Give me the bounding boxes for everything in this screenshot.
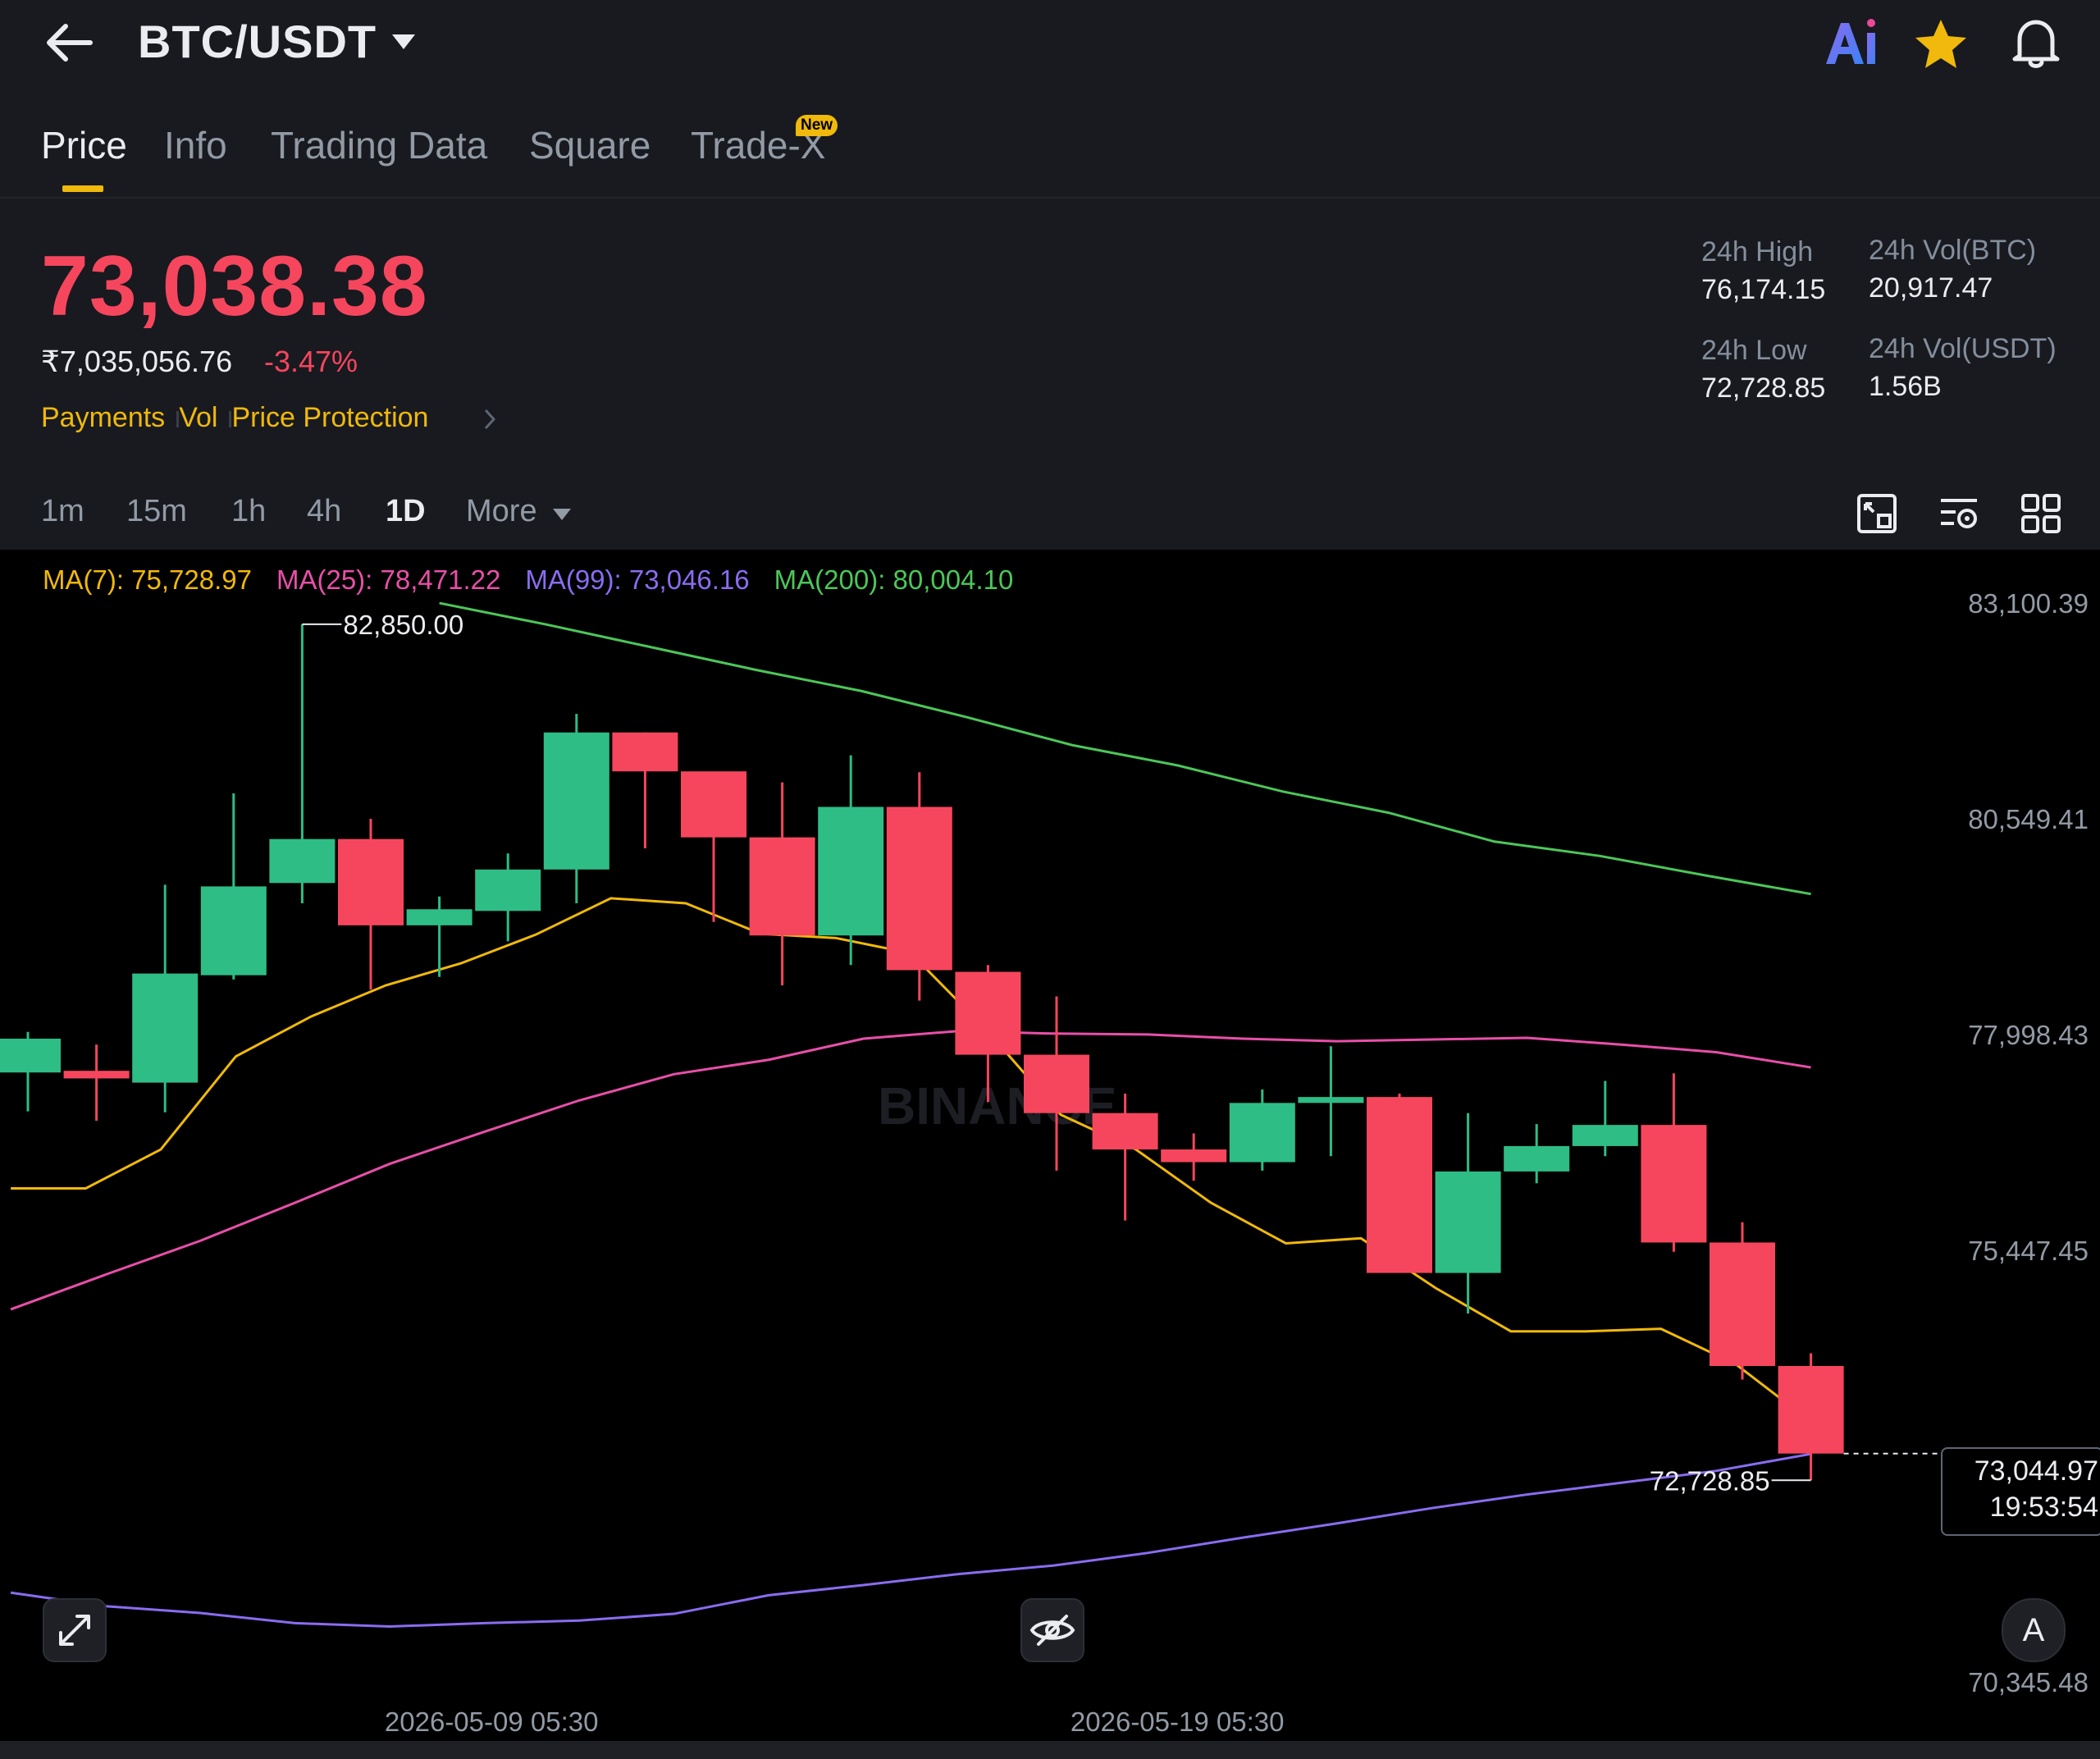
candle-body <box>1641 1125 1707 1243</box>
candle-body <box>406 909 472 925</box>
high-marker-label: 82,850.00 <box>343 610 463 640</box>
vol-usdt-value: 1.56B <box>1869 371 1942 402</box>
vol-btc-value: 20,917.47 <box>1869 272 1993 304</box>
candlestick-chart[interactable]: BINANCE82,850.0072,728.8583,100.3980,549… <box>0 550 2100 1759</box>
new-badge: New <box>796 115 838 136</box>
candle-body <box>543 732 609 870</box>
chevron-right-icon[interactable] <box>482 405 499 433</box>
x-axis-tick: 2026-05-19 05:30 <box>1071 1706 1285 1737</box>
candle-body <box>818 806 884 936</box>
price-protection-link[interactable]: Price Protection <box>231 402 428 433</box>
interval-1m[interactable]: 1m <box>41 494 84 529</box>
ma25-label: MA(25): 78,471.22 <box>276 564 501 595</box>
expand-icon <box>59 1615 90 1646</box>
ai-icon[interactable] <box>1821 13 1879 71</box>
candle-body <box>200 886 267 975</box>
vol-usdt-label: 24h Vol(USDT) <box>1869 333 2057 364</box>
low-marker-label: 72,728.85 <box>1650 1465 1770 1496</box>
hide-eye-icon <box>1029 1615 1075 1646</box>
candle-body <box>1367 1097 1432 1273</box>
fullscreen-button[interactable] <box>43 1598 107 1662</box>
candle-body <box>475 869 541 911</box>
interval-1d[interactable]: 1D <box>386 494 426 529</box>
candle-body <box>1229 1103 1295 1163</box>
tab-square[interactable]: Square <box>529 123 651 167</box>
candle-body <box>886 806 952 971</box>
candle-body <box>0 1038 61 1073</box>
current-price-value: 73,044.97 <box>1974 1455 2098 1487</box>
x-axis-tick: 2026-05-09 05:30 <box>385 1706 599 1737</box>
current-price-tag: 73,044.97 19:53:54 <box>1941 1447 2100 1536</box>
candle-body <box>338 838 404 925</box>
interval-more[interactable]: More <box>466 494 537 529</box>
caret-down-icon[interactable] <box>551 507 573 522</box>
tab-bar: Price Info Trading Data Square Trade-X N… <box>0 115 2100 199</box>
star-icon[interactable] <box>1911 15 1970 74</box>
candle-body <box>612 732 678 772</box>
active-tab-indicator <box>62 185 103 192</box>
candle-body <box>269 838 336 884</box>
vol-btc-label: 24h Vol(BTC) <box>1869 235 2037 266</box>
auto-scale-button[interactable]: A <box>2002 1598 2066 1662</box>
back-arrow-icon[interactable] <box>41 18 98 67</box>
candle-body <box>1161 1149 1227 1163</box>
caret-down-icon[interactable] <box>389 31 418 53</box>
candle-body <box>1298 1097 1364 1103</box>
header: BTC/USDT <box>0 0 2100 90</box>
candle-body <box>1435 1171 1501 1273</box>
pair-selector[interactable]: BTC/USDT <box>138 15 377 68</box>
ma7-label: MA(7): 75,728.97 <box>43 564 252 595</box>
tab-trading-data[interactable]: Trading Data <box>271 123 487 167</box>
inr-price: ₹7,035,056.76 <box>41 345 233 378</box>
candle-body <box>681 771 746 838</box>
ma-legend: MA(7): 75,728.97 MA(25): 78,471.22 MA(99):… <box>43 564 1038 596</box>
candle-body <box>1504 1145 1570 1172</box>
high-24h-value: 76,174.15 <box>1701 274 1826 305</box>
interval-1h[interactable]: 1h <box>231 494 266 529</box>
tab-price[interactable]: Price <box>41 123 127 167</box>
tab-info[interactable]: Info <box>164 123 227 167</box>
candle-countdown: 19:53:54 <box>1989 1492 2098 1523</box>
grid-layout-icon[interactable] <box>2020 492 2062 535</box>
interval-bar: 1m 15m 1h 4h 1D More <box>0 484 2100 550</box>
y-axis-tick: 83,100.39 <box>1968 588 2089 619</box>
candle-body <box>955 971 1021 1055</box>
candle-body <box>749 837 815 936</box>
ma99-line <box>10 1452 1811 1629</box>
low-24h-label: 24h Low <box>1701 335 1807 366</box>
chart-settings-icon[interactable] <box>1856 492 1898 535</box>
high-24h-label: 24h High <box>1701 236 1814 267</box>
candle-body <box>1778 1365 1844 1454</box>
candle-body <box>132 973 199 1083</box>
bottom-bar <box>0 1741 2100 1759</box>
payments-link[interactable]: Payments <box>41 402 165 433</box>
ma99-label: MA(99): 73,046.16 <box>525 564 750 595</box>
feature-links: Payments Vol Price Protection <box>41 402 428 434</box>
ma200-label: MA(200): 80,004.10 <box>774 564 1014 595</box>
candle-body <box>1024 1054 1089 1113</box>
interval-15m[interactable]: 15m <box>126 494 187 529</box>
indicator-settings-icon[interactable] <box>1938 492 1980 535</box>
price-change-percent: -3.47% <box>264 345 358 378</box>
bell-icon[interactable] <box>2006 13 2066 72</box>
last-price: 73,038.38 <box>41 239 428 334</box>
candle-body <box>1710 1242 1775 1366</box>
candle-body <box>1092 1113 1158 1150</box>
candle-body <box>1572 1125 1638 1146</box>
y-axis-tick: 70,345.48 <box>1968 1667 2089 1697</box>
y-axis-tick: 75,447.45 <box>1968 1236 2089 1266</box>
candle-body <box>63 1071 130 1079</box>
y-axis-tick: 80,549.41 <box>1968 804 2089 834</box>
y-axis-tick: 77,998.43 <box>1968 1020 2089 1050</box>
interval-4h[interactable]: 4h <box>307 494 341 529</box>
vol-link[interactable]: Vol <box>179 402 217 433</box>
low-24h-value: 72,728.85 <box>1701 372 1826 404</box>
toggle-indicators-button[interactable] <box>1020 1598 1084 1662</box>
